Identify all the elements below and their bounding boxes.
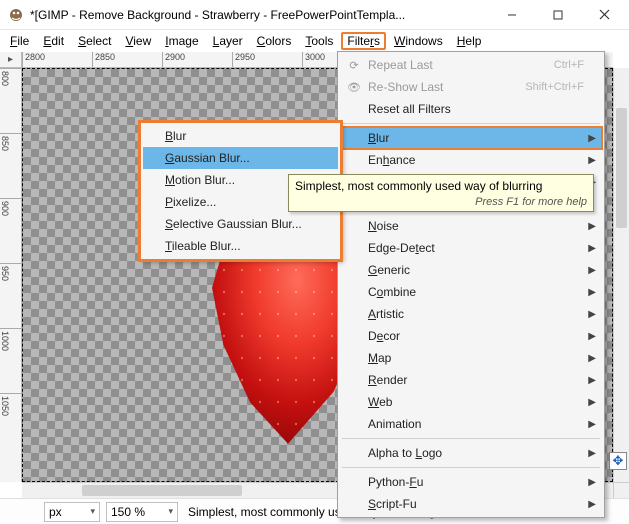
filters-noise[interactable]: Noise▶ [340, 215, 602, 237]
chevron-right-icon: ▶ [588, 448, 596, 459]
filters-blur[interactable]: Blur ▶ [340, 127, 602, 149]
scrollbar-vertical[interactable] [613, 68, 629, 482]
minimize-button[interactable] [489, 1, 535, 29]
unit-selector[interactable]: px▾ [44, 502, 100, 522]
chevron-right-icon: ▶ [588, 397, 596, 408]
chevron-right-icon: ▶ [588, 477, 596, 488]
quick-mask-toggle[interactable] [613, 482, 629, 498]
ruler-corner-toggle[interactable]: ▸ [0, 52, 22, 68]
filters-generic[interactable]: Generic▶ [340, 259, 602, 281]
menu-bar: File Edit Select View Image Layer Colors… [0, 30, 629, 52]
filters-render[interactable]: Render▶ [340, 369, 602, 391]
chevron-down-icon: ▾ [90, 506, 95, 517]
menu-separator [342, 467, 600, 468]
chevron-right-icon: ▶ [588, 309, 596, 320]
filters-animation[interactable]: Animation▶ [340, 413, 602, 435]
chevron-right-icon: ▶ [588, 243, 596, 254]
menu-view[interactable]: View [119, 32, 157, 50]
menu-separator [342, 123, 600, 124]
blur-blur[interactable]: Blur [143, 125, 338, 147]
menu-colors[interactable]: Colors [251, 32, 298, 50]
menu-select[interactable]: Select [72, 32, 117, 50]
menu-filters[interactable]: Filters [341, 32, 386, 50]
chevron-right-icon: ▶ [588, 287, 596, 298]
filters-dropdown: ⟳ Repeat Last Ctrl+F 👁 Re-Show Last Shif… [337, 51, 605, 518]
filters-web[interactable]: Web▶ [340, 391, 602, 413]
filters-script-fu[interactable]: Script-Fu▶ [340, 493, 602, 515]
menu-help[interactable]: Help [451, 32, 488, 50]
blur-selective-gaussian[interactable]: Selective Gaussian Blur... [143, 213, 338, 235]
chevron-right-icon: ▶ [588, 133, 596, 144]
menu-file[interactable]: File [4, 32, 35, 50]
filters-reshow-last[interactable]: 👁 Re-Show Last Shift+Ctrl+F [340, 76, 602, 98]
window-title: *[GIMP - Remove Background - Strawberry … [30, 8, 489, 22]
filters-alpha-to-logo[interactable]: Alpha to Logo▶ [340, 442, 602, 464]
filters-map[interactable]: Map▶ [340, 347, 602, 369]
blur-tileable[interactable]: Tileable Blur... [143, 235, 338, 257]
chevron-right-icon: ▶ [588, 265, 596, 276]
filters-decor[interactable]: Decor▶ [340, 325, 602, 347]
menu-edit[interactable]: Edit [37, 32, 70, 50]
maximize-button[interactable] [535, 1, 581, 29]
chevron-right-icon: ▶ [588, 419, 596, 430]
tooltip: Simplest, most commonly used way of blur… [288, 174, 594, 212]
menu-image[interactable]: Image [159, 32, 204, 50]
filters-combine[interactable]: Combine▶ [340, 281, 602, 303]
tooltip-text: Simplest, most commonly used way of blur… [295, 179, 587, 193]
navigation-preview-button[interactable]: ✥ [609, 452, 627, 470]
filters-python-fu[interactable]: Python-Fu▶ [340, 471, 602, 493]
menu-separator [342, 438, 600, 439]
filters-repeat-last[interactable]: ⟳ Repeat Last Ctrl+F [340, 54, 602, 76]
ruler-vertical[interactable]: 80085090095010001050 [0, 68, 22, 482]
filters-reset-all[interactable]: Reset all Filters [340, 98, 602, 120]
chevron-right-icon: ▶ [588, 499, 596, 510]
title-bar: *[GIMP - Remove Background - Strawberry … [0, 0, 629, 30]
filters-artistic[interactable]: Artistic▶ [340, 303, 602, 325]
menu-tools[interactable]: Tools [299, 32, 339, 50]
close-button[interactable] [581, 1, 627, 29]
chevron-right-icon: ▶ [588, 155, 596, 166]
menu-windows[interactable]: Windows [388, 32, 449, 50]
chevron-right-icon: ▶ [588, 375, 596, 386]
chevron-right-icon: ▶ [588, 353, 596, 364]
app-icon [8, 7, 24, 23]
blur-gaussian[interactable]: Gaussian Blur... [143, 147, 338, 169]
tooltip-hint: Press F1 for more help [295, 196, 587, 208]
chevron-down-icon: ▾ [168, 506, 173, 517]
filters-enhance[interactable]: Enhance▶ [340, 149, 602, 171]
reshow-icon: 👁 [346, 79, 362, 95]
chevron-right-icon: ▶ [588, 331, 596, 342]
zoom-selector[interactable]: 150 %▾ [106, 502, 178, 522]
chevron-right-icon: ▶ [588, 221, 596, 232]
menu-layer[interactable]: Layer [207, 32, 249, 50]
filters-edge-detect[interactable]: Edge-Detect▶ [340, 237, 602, 259]
repeat-icon: ⟳ [346, 57, 362, 73]
